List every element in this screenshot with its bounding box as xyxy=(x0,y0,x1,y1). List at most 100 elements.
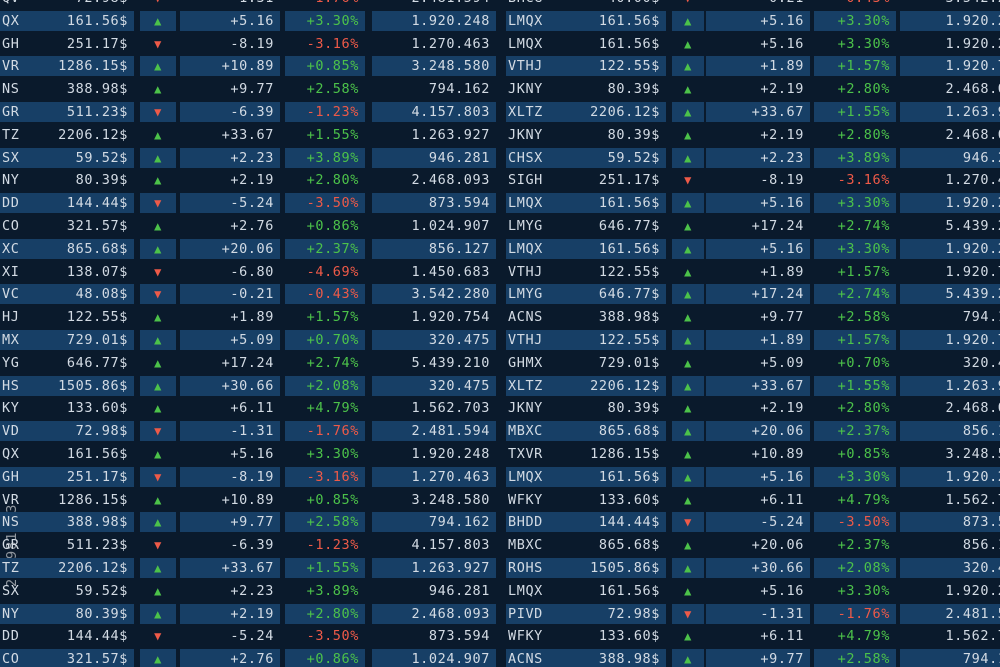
ticker-pct: +0.70% xyxy=(285,330,365,350)
ticker-pct: +2.80% xyxy=(837,81,890,98)
ticker-vol: 1.024.907 xyxy=(372,649,496,667)
ticker-row: DD 144.44$ ▼ -5.24 -3.50% 873.594 WFKY 133.60$ ▲… xyxy=(0,626,1000,648)
ticker-pct: +3.30% xyxy=(306,446,359,462)
ticker-price: 161.56$ xyxy=(46,10,134,31)
ticker-sym: NY xyxy=(2,172,20,189)
ticker-vol: 794.162 xyxy=(428,81,490,98)
ticker-pct: +2.08% xyxy=(285,375,365,396)
ticker-price: 72.98$ xyxy=(566,603,666,624)
up-arrow-icon: ▲ xyxy=(154,310,162,325)
ticker-row: NS 388.98$ ▲ +9.77 +2.58% 794.162 JKNY 80.39$ ▲ +… xyxy=(0,79,1000,101)
ticker-chg: +5.16 xyxy=(706,10,810,31)
up-arrow-icon: ▲ xyxy=(672,193,704,214)
up-arrow-icon: ▲ xyxy=(672,421,704,442)
ticker-vol: 2.481.594 xyxy=(372,421,496,442)
ticker-sym: XI xyxy=(2,263,20,280)
up-arrow-icon: ▲ xyxy=(672,284,704,305)
ticker-pct: +2.37% xyxy=(285,238,365,259)
ticker-pct: +1.55% xyxy=(814,102,896,122)
ticker-price: 511.23$ xyxy=(66,537,128,554)
up-arrow-icon: ▲ xyxy=(684,492,692,507)
up-arrow-icon: ▲ xyxy=(154,401,162,416)
ticker-chg: -8.19 xyxy=(230,35,274,52)
ticker-sym: NS xyxy=(2,81,20,98)
ticker-price: 80.39$ xyxy=(607,400,660,417)
ticker-sym: VTHJ xyxy=(508,263,543,280)
ticker-chg: -6.80 xyxy=(230,263,274,280)
ticker-row: YG 646.77$ ▲ +17.24 +2.74% 5.439.210 GHMX 729.0… xyxy=(0,353,1000,375)
ticker-vol: 794.162 xyxy=(372,512,496,533)
ticker-price: 133.60$ xyxy=(598,491,660,508)
ticker-pct: +3.30% xyxy=(837,582,890,599)
ticker-chg: +30.66 xyxy=(706,558,810,578)
ticker-sym: VC xyxy=(0,284,48,305)
ticker-pct: +4.79% xyxy=(306,400,359,417)
ticker-price: 1505.86$ xyxy=(46,375,134,396)
down-arrow-icon: ▼ xyxy=(140,193,176,214)
ticker-price: 122.55$ xyxy=(566,330,666,350)
ticker-chg: +2.23 xyxy=(180,147,280,168)
ticker-vol: 1.920.248 xyxy=(945,582,1000,599)
ticker-row: NY 80.39$ ▲ +2.19 +2.80% 2.468.093 PIVD 72.98$ ▼… xyxy=(0,603,1000,626)
ticker-sym: VTHJ xyxy=(506,330,568,350)
ticker-pct: +1.55% xyxy=(306,126,359,143)
ticker-sym: BHDD xyxy=(506,512,568,533)
ticker-pct: -3.16% xyxy=(306,35,359,52)
ticker-price: 388.98$ xyxy=(66,81,128,98)
ticker-vol: 946.281 xyxy=(372,147,496,168)
ticker-pct: +2.80% xyxy=(285,603,365,624)
up-arrow-icon: ▲ xyxy=(684,36,692,51)
ticker-price: 321.57$ xyxy=(66,218,128,234)
ticker-sym: GHMX xyxy=(508,354,543,371)
ticker-pct: +2.80% xyxy=(306,172,359,189)
ticker-chg: +5.16 xyxy=(760,582,804,599)
ticker-vol: 3.248.580 xyxy=(411,491,490,508)
ticker-price: 122.55$ xyxy=(66,309,128,326)
up-arrow-icon: ▲ xyxy=(684,310,692,325)
ticker-price: 1286.15$ xyxy=(58,491,128,508)
ticker-chg: +10.89 xyxy=(751,446,804,462)
ticker-sym: DD xyxy=(2,628,20,645)
ticker-chg: -6.39 xyxy=(230,537,274,554)
ticker-pct: +2.80% xyxy=(837,400,890,417)
up-arrow-icon: ▲ xyxy=(672,10,704,31)
ticker-pct: -1.76% xyxy=(285,0,365,8)
ticker-row: NS 388.98$ ▲ +9.77 +2.58% 794.162 BHDD 144.44$ ▼… xyxy=(0,512,1000,534)
ticker-vol: 1.920.248 xyxy=(900,10,1000,31)
ticker-chg: +5.09 xyxy=(760,354,804,371)
ticker-vol: 1.024.907 xyxy=(411,218,490,234)
ticker-price: 122.55$ xyxy=(598,263,660,280)
ticker-price: 646.77$ xyxy=(566,284,666,305)
ticker-row: SX 59.52$ ▲ +2.23 +3.89% 946.281 LMQX 161.56$ ▲ +… xyxy=(0,581,1000,603)
ticker-pct: +2.58% xyxy=(306,81,359,98)
ticker-pct: -3.50% xyxy=(814,512,896,533)
ticker-vol: 5.439.210 xyxy=(411,354,490,371)
ticker-pct: +3.30% xyxy=(814,193,896,214)
ticker-chg: +5.16 xyxy=(180,10,280,31)
ticker-pct: +3.30% xyxy=(837,35,890,52)
ticker-sym: XC xyxy=(0,238,48,259)
up-arrow-icon: ▲ xyxy=(154,492,162,507)
ticker-vol: 794.162 xyxy=(900,649,1000,667)
ticker-vol: 1.562.703 xyxy=(945,491,1000,508)
ticker-sym: JKNY xyxy=(508,81,543,98)
ticker-row: DD 144.44$ ▼ -5.24 -3.50% 873.594 LMQX 161.56$ ▲… xyxy=(0,193,1000,215)
ticker-chg: +17.24 xyxy=(221,354,274,371)
ticker-chg: +2.76 xyxy=(230,218,274,234)
ticker-vol: 320.475 xyxy=(962,354,1000,371)
ticker-chg: +6.11 xyxy=(760,491,804,508)
ticker-chg: +2.19 xyxy=(760,400,804,417)
ticker-sym: LMQX xyxy=(506,193,568,214)
ticker-vol: 2.468.093 xyxy=(945,400,1000,417)
ticker-sym: LMQX xyxy=(508,35,543,52)
ticker-price: 72.98$ xyxy=(46,421,134,442)
ticker-chg: +2.19 xyxy=(760,126,804,143)
up-arrow-icon: ▲ xyxy=(672,238,704,259)
ticker-vol: 320.475 xyxy=(372,330,496,350)
ticker-chg: +2.19 xyxy=(180,603,280,624)
ticker-price: 646.77$ xyxy=(598,218,660,234)
down-arrow-icon: ▼ xyxy=(140,466,176,487)
ticker-sym: ACNS xyxy=(508,309,543,326)
ticker-sym: HJ xyxy=(2,309,20,326)
ticker-row: MX 729.01$ ▲ +5.09 +0.70% 320.475 VTHJ 122.55$ ▲… xyxy=(0,330,1000,352)
